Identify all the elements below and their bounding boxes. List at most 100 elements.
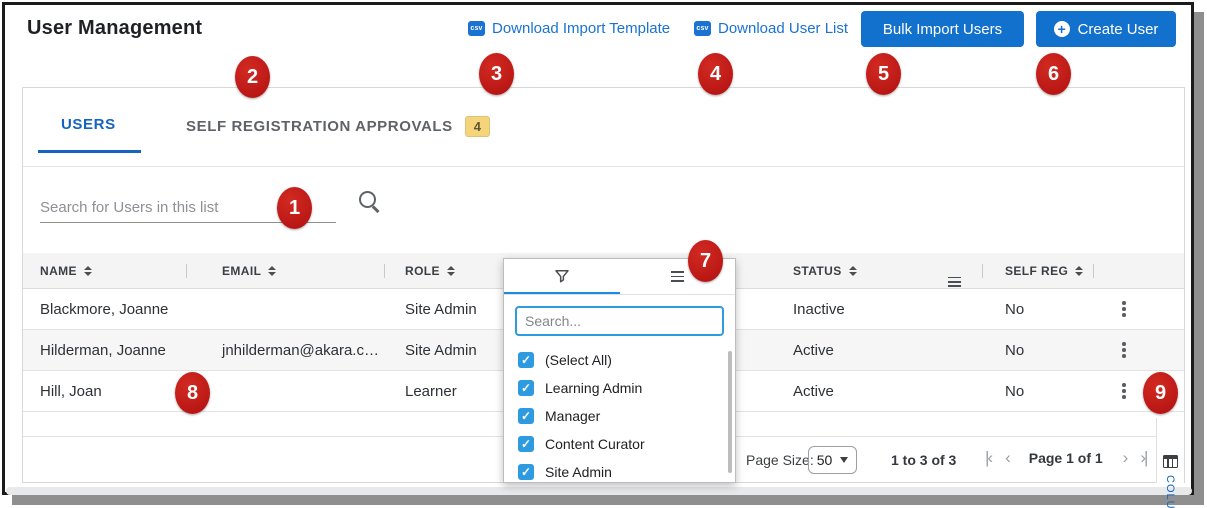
popup-scrollbar[interactable] [728, 351, 732, 473]
row-actions-kebab-icon[interactable] [1118, 297, 1130, 321]
column-header-name-label: NAME [40, 263, 77, 278]
sort-icon [1075, 265, 1084, 276]
column-header-status-label: STATUS [793, 263, 842, 278]
checkbox-checked-icon[interactable]: ✓ [518, 379, 534, 396]
column-header-email-label: EMAIL [222, 263, 262, 278]
column-header-role-label: ROLE [405, 263, 440, 278]
annotation-badge-9: 9 [1143, 372, 1178, 414]
header-separator [384, 264, 385, 278]
filter-option-label: Content Curator [545, 435, 645, 452]
cell-role: Site Admin [405, 300, 477, 318]
cell-name: Blackmore, Joanne [40, 300, 169, 318]
tab-self-registration-approvals[interactable]: SELF REGISTRATION APPROVALS 4 [186, 116, 491, 137]
annotation-badge-7: 7 [688, 240, 723, 282]
active-tab-underline [38, 150, 141, 153]
column-menu-icon[interactable] [948, 276, 961, 287]
tab-self-registration-label: SELF REGISTRATION APPROVALS [186, 118, 453, 135]
tab-bar: USERS SELF REGISTRATION APPROVALS 4 [23, 88, 1184, 167]
screenshot-frame: User Management csv Download Import Temp… [0, 0, 1207, 508]
bulk-import-users-label: Bulk Import Users [882, 20, 1003, 38]
columns-icon [1163, 455, 1178, 468]
chevron-down-icon [840, 457, 849, 463]
cell-self-reg: No [1005, 300, 1025, 318]
annotation-badge-1: 1 [277, 187, 312, 229]
page-size-select[interactable]: 50 [808, 446, 857, 474]
next-page-icon[interactable]: › [1123, 449, 1129, 466]
csv-icon: csv [694, 21, 711, 36]
columns-tool-panel[interactable]: COLUMNS [1156, 418, 1184, 508]
cell-self-reg: No [1005, 341, 1025, 359]
create-user-label: Create User [1077, 20, 1159, 38]
annotation-badge-2: 2 [235, 56, 270, 98]
column-header-email[interactable]: EMAIL [206, 264, 384, 278]
download-import-template-link[interactable]: csv Download Import Template [468, 20, 670, 37]
checkbox-checked-icon[interactable]: ✓ [518, 463, 534, 480]
checkbox-checked-icon[interactable]: ✓ [518, 435, 534, 452]
filter-options-list: ✓ (Select All) ✓ Learning Admin ✓ Manage… [504, 348, 735, 482]
previous-page-icon[interactable]: ‹ [1005, 449, 1011, 466]
search-icon[interactable] [357, 189, 383, 215]
annotation-badge-8: 8 [175, 372, 210, 414]
approvals-count-badge: 4 [464, 116, 491, 137]
filter-option-manager[interactable]: ✓ Manager [518, 404, 735, 427]
annotation-badge-5: 5 [866, 53, 901, 95]
cell-email: jnhilderman@akara.co... [222, 341, 384, 359]
filter-option-site-admin[interactable]: ✓ Site Admin [518, 460, 735, 482]
annotation-badge-3: 3 [479, 53, 514, 95]
cell-role: Site Admin [405, 341, 477, 359]
cell-role: Learner [405, 382, 457, 400]
filter-option-label: (Select All) [545, 351, 612, 368]
role-filter-popup: ✓ (Select All) ✓ Learning Admin ✓ Manage… [503, 258, 736, 483]
csv-icon: csv [468, 21, 485, 36]
bulk-import-users-button[interactable]: Bulk Import Users [861, 11, 1024, 47]
row-actions-kebab-icon[interactable] [1118, 338, 1130, 362]
filter-option-content-curator[interactable]: ✓ Content Curator [518, 432, 735, 455]
tab-users-label: USERS [61, 116, 116, 133]
header-separator [982, 264, 983, 278]
download-import-template-label: Download Import Template [492, 20, 671, 37]
hamburger-menu-icon [670, 271, 684, 282]
filter-option-label: Manager [545, 407, 601, 424]
sort-icon [268, 265, 277, 276]
horizontal-scrollbar-track[interactable] [6, 487, 1192, 495]
sort-icon [83, 265, 92, 276]
header-separator [186, 264, 187, 278]
column-header-status[interactable]: STATUS [737, 263, 982, 287]
filter-funnel-icon [555, 269, 569, 282]
filter-search-input[interactable] [515, 306, 724, 336]
filter-tab[interactable] [504, 259, 620, 294]
download-user-list-link[interactable]: csv Download User List [694, 20, 848, 37]
column-header-name[interactable]: NAME [23, 264, 206, 278]
first-page-icon[interactable]: |‹ [985, 449, 993, 466]
row-actions-kebab-icon[interactable] [1118, 379, 1130, 403]
last-page-icon[interactable]: ›| [1140, 449, 1148, 466]
cell-self-reg: No [1005, 382, 1025, 400]
filter-option-learning-admin[interactable]: ✓ Learning Admin [518, 376, 735, 399]
page-navigation: |‹ ‹ Page 1 of 1 › ›| [985, 449, 1148, 466]
cell-status: Inactive [793, 300, 845, 318]
cell-status: Active [793, 382, 834, 400]
page-title: User Management [27, 17, 203, 39]
sort-icon [446, 265, 455, 276]
filter-option-select-all[interactable]: ✓ (Select All) [518, 348, 735, 371]
page-indicator: Page 1 of 1 [1028, 449, 1103, 466]
page-size-value: 50 [816, 452, 833, 468]
tab-users[interactable]: USERS [38, 116, 141, 153]
annotation-badge-4: 4 [698, 53, 733, 95]
sort-icon [848, 265, 857, 276]
plus-circle-icon: + [1053, 21, 1070, 37]
columns-panel-label: COLUMNS [1164, 475, 1176, 508]
cell-status: Active [793, 341, 834, 359]
header-separator [1093, 264, 1094, 278]
annotation-badge-6: 6 [1036, 53, 1071, 95]
checkbox-checked-icon[interactable]: ✓ [518, 407, 534, 424]
cell-name: Hilderman, Joanne [40, 341, 166, 359]
download-user-list-label: Download User List [718, 20, 849, 37]
filter-option-label: Learning Admin [545, 379, 643, 396]
column-header-role[interactable]: ROLE [384, 264, 504, 278]
create-user-button[interactable]: + Create User [1036, 11, 1176, 47]
filter-option-label: Site Admin [545, 463, 612, 480]
row-range-text: 1 to 3 of 3 [891, 452, 957, 468]
checkbox-checked-icon[interactable]: ✓ [518, 351, 534, 368]
column-header-self-reg[interactable]: SELF REG [982, 264, 1093, 278]
